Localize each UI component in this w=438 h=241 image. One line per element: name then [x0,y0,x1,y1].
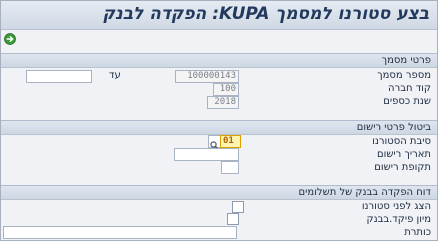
posting-period-label: תקופת רישום [374,162,431,173]
reversal-header-label: ביטול פרטי רישום [356,122,431,133]
show-before-reversal-label: הצג לפני סטורנו [361,201,431,212]
title-bar: בצע סטורנו למסמך KUPA: הפקדה לבנק [1,1,437,30]
page-title: בצע סטורנו למסמך KUPA: הפקדה לבנק [102,4,429,24]
report-header-label: דוח הפקדה בבנק של תשלומים [298,187,431,198]
doc-details-header: פרטי מסמך [1,54,437,68]
report-header: דוח הפקדה בבנק של תשלומים [1,186,437,200]
sort-deposit-checkbox[interactable] [227,213,239,225]
posting-date-field[interactable] [174,148,239,161]
fiscal-year-label: שנת כספים [383,96,431,107]
reversal-header: ביטול פרטי רישום [1,121,437,135]
company-code-label: קוד חברה [388,83,431,94]
toolbar [1,30,437,50]
fiscal-year-field[interactable]: 2018 [207,96,239,109]
report-group: דוח הפקדה בבנק של תשלומים הצג לפני סטורנ… [1,185,437,240]
doc-details-group: פרטי מסמך מספר מסמך 100000143 עד קוד חבר… [1,53,437,114]
doc-number-label: מספר מסמך [377,70,431,81]
heading-field[interactable] [3,226,237,239]
execute-icon[interactable] [4,33,16,45]
doc-number-field[interactable]: 100000143 [175,70,239,83]
show-before-reversal-checkbox[interactable] [232,201,244,213]
posting-period-field[interactable] [221,161,239,174]
heading-label: כותרת [404,227,431,238]
company-code-field[interactable]: 100 [213,83,239,96]
to-label: עד [109,70,121,81]
doc-details-header-label: פרטי מסמך [381,55,431,66]
reversal-group: ביטול פרטי רישום סיבת הסטורנו 01 תאריך ר… [1,120,437,179]
reversal-reason-label: סיבת הסטורנו [372,136,431,147]
posting-date-label: תאריך רישום [376,149,431,160]
app-window: בצע סטורנו למסמך KUPA: הפקדה לבנק פרטי מ… [0,0,438,241]
doc-number-to-field[interactable] [26,70,92,83]
sort-deposit-label: מיון פיקד.בבנק [366,214,431,225]
reversal-reason-field[interactable]: 01 [220,135,241,148]
